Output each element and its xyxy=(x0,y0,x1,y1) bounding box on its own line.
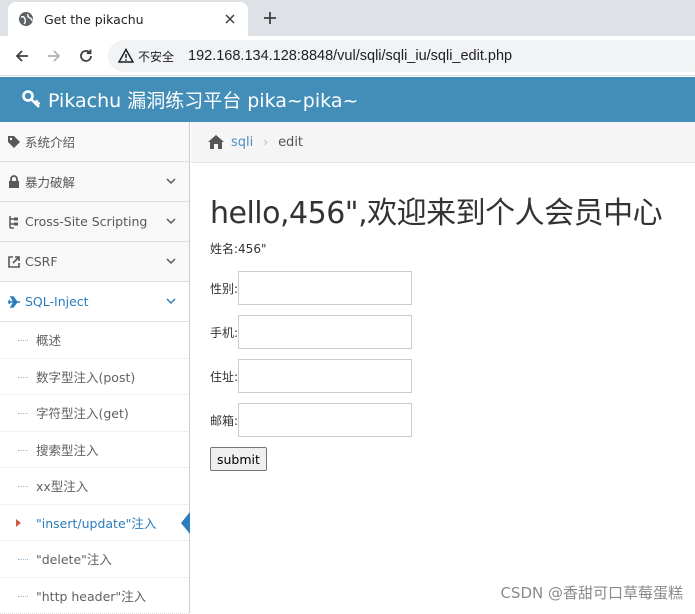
sidebar-item-label: 系统介绍 xyxy=(25,132,75,151)
submenu-item-label: 搜索型注入 xyxy=(36,440,99,459)
sidebar-item-label: Cross-Site Scripting xyxy=(25,214,147,229)
reload-icon xyxy=(78,48,94,64)
warning-icon xyxy=(118,48,134,64)
submenu-item-label: 概述 xyxy=(36,330,61,349)
submenu-item-xx[interactable]: xx型注入 xyxy=(0,468,189,505)
page-title: hello,456",欢迎来到个人会员中心 xyxy=(210,188,695,232)
submenu-item-label: 字符型注入(get) xyxy=(36,403,129,422)
chevron-right-icon: › xyxy=(263,135,268,149)
email-label: 邮箱: xyxy=(210,412,238,429)
sidebar: 系统介绍 暴力破解 Cross-Site Scripting CSRF SQL-… xyxy=(0,122,190,613)
form-row-gender: 性别: xyxy=(210,271,695,305)
security-label: 不安全 xyxy=(138,48,174,65)
reload-button[interactable] xyxy=(74,44,98,68)
sql-inject-submenu: 概述 数字型注入(post) 字符型注入(get) 搜索型注入 xx型注入 "i… xyxy=(0,322,189,614)
sidebar-item-csrf[interactable]: CSRF xyxy=(0,242,189,282)
app-title: Pikachu 漏洞练习平台 pika~pika~ xyxy=(48,86,358,113)
submenu-item-label: "insert/update"注入 xyxy=(36,513,156,532)
tag-icon xyxy=(6,135,22,149)
security-chip[interactable]: 不安全 xyxy=(118,48,182,65)
caret-right-icon xyxy=(16,519,21,527)
tab-title: Get the pikachu xyxy=(44,12,222,27)
url-text: 192.168.134.128:8848/vul/sqli/sqli_iu/sq… xyxy=(188,48,512,64)
email-field[interactable] xyxy=(238,403,412,437)
submenu-item-numeric-post[interactable]: 数字型注入(post) xyxy=(0,359,189,396)
browser-tab[interactable]: Get the pikachu xyxy=(8,2,248,36)
lock-icon xyxy=(6,175,22,189)
breadcrumb-link-sqli[interactable]: sqli xyxy=(231,135,253,150)
sidebar-item-label: CSRF xyxy=(25,254,58,269)
submenu-item-label: "http header"注入 xyxy=(36,586,146,605)
address-field[interactable] xyxy=(238,359,412,393)
main-content: hello,456",欢迎来到个人会员中心 姓名:456" 性别: 手机: 住址… xyxy=(210,188,695,471)
submenu-item-label: xx型注入 xyxy=(36,476,88,495)
submenu-item-http-header[interactable]: "http header"注入 xyxy=(0,578,189,614)
browser-tab-bar: Get the pikachu xyxy=(0,0,695,36)
chevron-down-icon xyxy=(165,255,177,267)
app-header: Pikachu 漏洞练习平台 pika~pika~ xyxy=(0,77,695,122)
submenu-item-label: 数字型注入(post) xyxy=(36,367,135,386)
plus-icon xyxy=(263,11,277,25)
wrench-icon xyxy=(22,90,42,110)
submit-button[interactable]: submit xyxy=(210,447,267,471)
form-row-address: 住址: xyxy=(210,359,695,393)
gender-label: 性别: xyxy=(210,280,238,297)
share-icon xyxy=(6,255,22,269)
sidebar-item-label: SQL-Inject xyxy=(25,294,89,309)
close-icon[interactable] xyxy=(222,11,238,27)
submenu-item-overview[interactable]: 概述 xyxy=(0,322,189,359)
forward-button[interactable] xyxy=(42,44,66,68)
sidebar-item-sql-inject[interactable]: SQL-Inject xyxy=(0,282,189,322)
browser-toolbar: 不安全 192.168.134.128:8848/vul/sqli/sqli_i… xyxy=(0,36,695,76)
breadcrumb: sqli › edit xyxy=(191,122,695,163)
back-button[interactable] xyxy=(10,44,34,68)
form-row-email: 邮箱: xyxy=(210,403,695,437)
plane-icon xyxy=(6,295,22,309)
name-line: 姓名:456" xyxy=(210,240,695,257)
arrow-left-icon xyxy=(14,48,30,64)
sitemap-icon xyxy=(6,215,22,229)
submenu-item-search[interactable]: 搜索型注入 xyxy=(0,432,189,469)
address-label: 住址: xyxy=(210,368,238,385)
sidebar-item-intro[interactable]: 系统介绍 xyxy=(0,122,189,162)
address-bar[interactable]: 不安全 192.168.134.128:8848/vul/sqli/sqli_i… xyxy=(108,40,695,72)
sidebar-item-label: 暴力破解 xyxy=(25,172,75,191)
active-indicator xyxy=(181,512,190,534)
home-icon[interactable] xyxy=(207,134,225,150)
gender-field[interactable] xyxy=(238,271,412,305)
form-row-phone: 手机: xyxy=(210,315,695,349)
sidebar-item-xss[interactable]: Cross-Site Scripting xyxy=(0,202,189,242)
breadcrumb-current: edit xyxy=(278,135,303,150)
edit-form: 性别: 手机: 住址: 邮箱: submit xyxy=(210,271,695,471)
phone-label: 手机: xyxy=(210,324,238,341)
watermark: CSDN @香甜可口草莓蛋糕 xyxy=(500,582,683,603)
chevron-down-icon xyxy=(165,295,177,307)
sidebar-item-brute-force[interactable]: 暴力破解 xyxy=(0,162,189,202)
arrow-right-icon xyxy=(46,48,62,64)
new-tab-button[interactable] xyxy=(258,6,282,30)
chevron-down-icon xyxy=(165,215,177,227)
submenu-item-string-get[interactable]: 字符型注入(get) xyxy=(0,395,189,432)
submenu-item-insert-update[interactable]: "insert/update"注入 xyxy=(0,505,189,542)
submenu-item-label: "delete"注入 xyxy=(36,549,112,568)
chevron-down-icon xyxy=(165,175,177,187)
submenu-item-delete[interactable]: "delete"注入 xyxy=(0,541,189,578)
phone-field[interactable] xyxy=(238,315,412,349)
globe-icon xyxy=(18,11,34,27)
